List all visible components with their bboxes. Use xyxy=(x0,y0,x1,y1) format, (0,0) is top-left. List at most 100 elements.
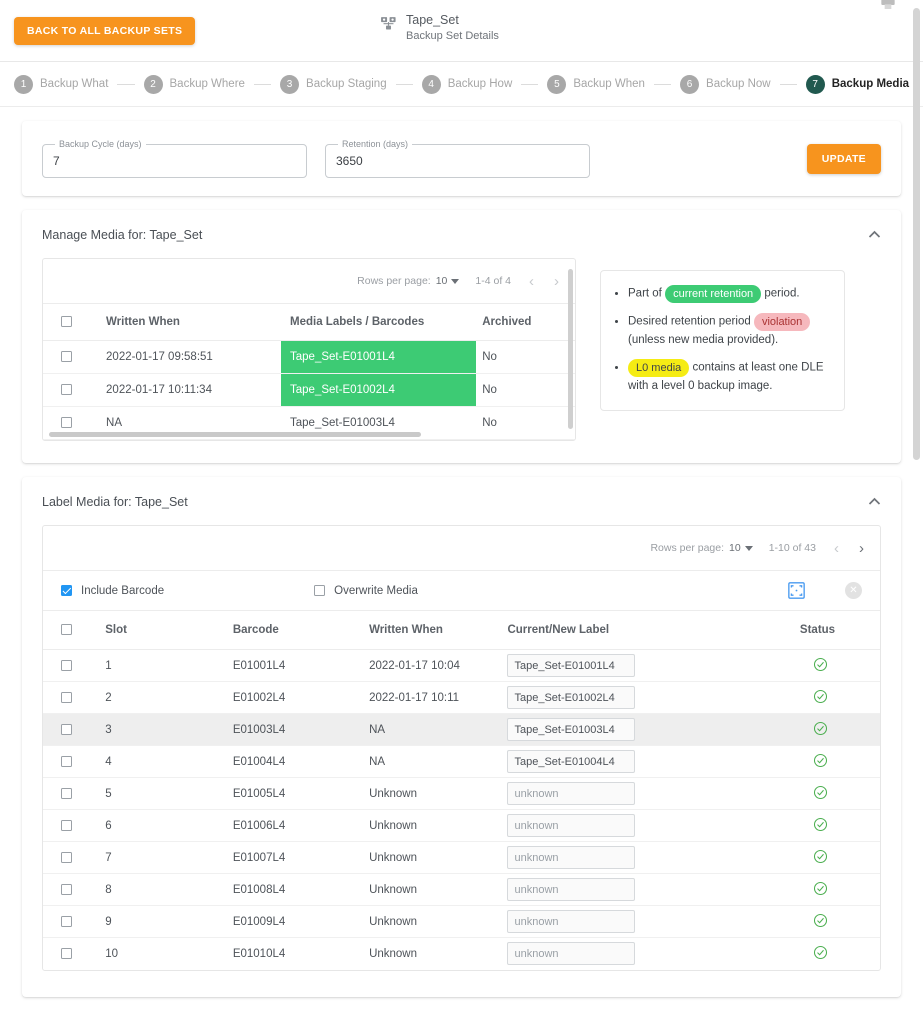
table-header-row: Slot Barcode Written When Current/New La… xyxy=(43,611,880,650)
step-label: Backup Now xyxy=(706,78,771,90)
table-row[interactable]: 2022-01-17 10:11:34 Tape_Set-E01002L4 No xyxy=(43,373,575,407)
row-checkbox[interactable] xyxy=(61,351,72,363)
include-barcode-option[interactable]: Include Barcode xyxy=(61,585,164,597)
step-backup-staging[interactable]: 3 Backup Staging xyxy=(280,74,387,94)
legend-item: L0 media contains at least one DLE with … xyxy=(628,359,830,395)
step-backup-when[interactable]: 5 Backup When xyxy=(547,74,645,94)
table-row[interactable]: 4 E01004L4 NA xyxy=(43,745,880,778)
label-input[interactable] xyxy=(507,750,636,773)
row-select-cell xyxy=(43,649,100,682)
row-checkbox[interactable] xyxy=(61,787,72,799)
page-scrollbar-thumb[interactable] xyxy=(913,8,920,460)
step-backup-now[interactable]: 6 Backup Now xyxy=(680,74,771,94)
check-circle-icon xyxy=(813,881,828,899)
step-backup-media[interactable]: 7 Backup Media xyxy=(805,74,909,94)
table-row[interactable]: 2 E01002L4 2022-01-17 10:11 xyxy=(43,681,880,714)
row-select-cell xyxy=(43,938,99,970)
cell-current-new-label xyxy=(501,745,761,778)
check-circle-icon xyxy=(813,817,828,835)
select-all-header xyxy=(43,303,101,341)
cell-archived: No xyxy=(476,340,575,374)
next-page-button[interactable]: › xyxy=(857,541,866,556)
media-legend-box: Part of current retention period. Desire… xyxy=(600,270,845,411)
cell-barcode: E01002L4 xyxy=(226,681,364,714)
legend-item: Desired retention period violation (unle… xyxy=(628,313,830,349)
table-row[interactable]: 10 E01010L4 Unknown xyxy=(43,938,880,970)
cell-written-when: 2022-01-17 09:58:51 xyxy=(100,340,282,374)
label-media-range: 1-10 of 43 xyxy=(768,542,816,554)
row-checkbox[interactable] xyxy=(61,691,72,703)
table-row[interactable]: 9 E01009L4 Unknown xyxy=(43,905,880,938)
manage-media-vertical-scrollbar[interactable] xyxy=(568,269,573,429)
scan-media-icon[interactable] xyxy=(788,582,805,599)
retention-input[interactable] xyxy=(336,154,579,168)
table-row[interactable]: 6 E01006L4 Unknown xyxy=(43,809,880,842)
rows-per-page-select[interactable]: 10 xyxy=(436,275,460,287)
cell-barcode: E01010L4 xyxy=(232,947,286,960)
row-checkbox[interactable] xyxy=(61,755,72,767)
printer-icon[interactable] xyxy=(880,0,896,18)
label-input[interactable] xyxy=(507,782,636,805)
wizard-stepper: 1 Backup What 2 Backup Where 3 Backup St… xyxy=(0,62,923,107)
update-button[interactable]: UPDATE xyxy=(806,143,881,174)
row-checkbox[interactable] xyxy=(61,851,72,863)
label-input[interactable] xyxy=(507,686,636,709)
next-page-button[interactable]: › xyxy=(552,274,561,289)
table-row[interactable]: 2022-01-17 09:58:51 Tape_Set-E01001L4 No xyxy=(43,340,575,374)
label-input[interactable] xyxy=(507,814,636,837)
label-input[interactable] xyxy=(507,654,636,677)
legend-pill-current-retention: current retention xyxy=(665,285,762,303)
legend-pill-violation: violation xyxy=(753,313,811,332)
cell-slot: 5 xyxy=(99,777,227,810)
check-circle-icon xyxy=(813,945,828,963)
include-barcode-checkbox[interactable] xyxy=(61,585,72,596)
cell-written-when: Unknown xyxy=(363,905,502,938)
clear-circle-icon[interactable]: ✕ xyxy=(845,582,862,599)
select-all-checkbox[interactable] xyxy=(61,624,72,636)
prev-page-button[interactable]: ‹ xyxy=(527,274,536,289)
select-all-checkbox[interactable] xyxy=(61,316,72,328)
row-checkbox[interactable] xyxy=(61,384,72,396)
label-input[interactable] xyxy=(507,942,636,966)
chevron-up-icon[interactable] xyxy=(868,493,881,511)
label-input[interactable] xyxy=(507,878,636,901)
table-row[interactable]: 8 E01008L4 Unknown xyxy=(43,873,880,906)
rows-per-page-select[interactable]: 10 xyxy=(729,542,753,554)
table-row[interactable]: 3 E01003L4 NA xyxy=(43,713,880,746)
step-connector xyxy=(653,83,672,85)
legend-pre-text: Desired retention period xyxy=(628,315,754,328)
table-row[interactable]: 1 E01001L4 2022-01-17 10:04 xyxy=(43,649,880,682)
row-checkbox[interactable] xyxy=(61,659,72,671)
legend-pre-text: Part of xyxy=(628,287,666,300)
row-checkbox[interactable] xyxy=(61,915,72,927)
chevron-up-icon[interactable] xyxy=(868,226,881,244)
back-to-all-backup-sets-button[interactable]: BACK TO ALL BACKUP SETS xyxy=(14,16,196,45)
manage-media-paginator: Rows per page: 10 1-4 of 4 ‹ › xyxy=(43,259,575,303)
label-media-options-row: Include Barcode Overwrite Media ✕ xyxy=(43,570,880,611)
label-input[interactable] xyxy=(507,718,636,741)
cell-written-when: 2022-01-17 10:11:34 xyxy=(100,373,282,407)
prev-page-button[interactable]: ‹ xyxy=(832,541,841,556)
row-checkbox[interactable] xyxy=(61,723,72,735)
row-checkbox[interactable] xyxy=(61,948,72,960)
step-backup-where[interactable]: 2 Backup Where xyxy=(143,74,245,94)
row-checkbox[interactable] xyxy=(61,883,72,895)
label-input[interactable] xyxy=(507,910,636,933)
table-row[interactable]: 7 E01007L4 Unknown xyxy=(43,841,880,874)
backup-cycle-input[interactable] xyxy=(53,154,296,168)
row-checkbox[interactable] xyxy=(61,417,72,429)
overwrite-media-checkbox[interactable] xyxy=(314,585,326,596)
cell-written-when: 2022-01-17 10:04 xyxy=(363,649,502,682)
table-row[interactable]: 5 E01005L4 Unknown xyxy=(43,777,880,810)
step-number: 1 xyxy=(14,74,33,94)
label-input[interactable] xyxy=(507,846,636,869)
page-scrollbar[interactable] xyxy=(910,0,923,1024)
overwrite-media-option[interactable]: Overwrite Media xyxy=(314,585,418,597)
step-backup-how[interactable]: 4 Backup How xyxy=(421,74,512,94)
cell-barcode: E01009L4 xyxy=(226,905,364,938)
manage-media-horizontal-scrollbar[interactable] xyxy=(49,432,421,437)
row-checkbox[interactable] xyxy=(61,819,72,831)
step-backup-what[interactable]: 1 Backup What xyxy=(14,74,108,94)
media-label-chip: Tape_Set-E01001L4 xyxy=(281,341,477,373)
cell-current-new-label xyxy=(501,841,761,874)
